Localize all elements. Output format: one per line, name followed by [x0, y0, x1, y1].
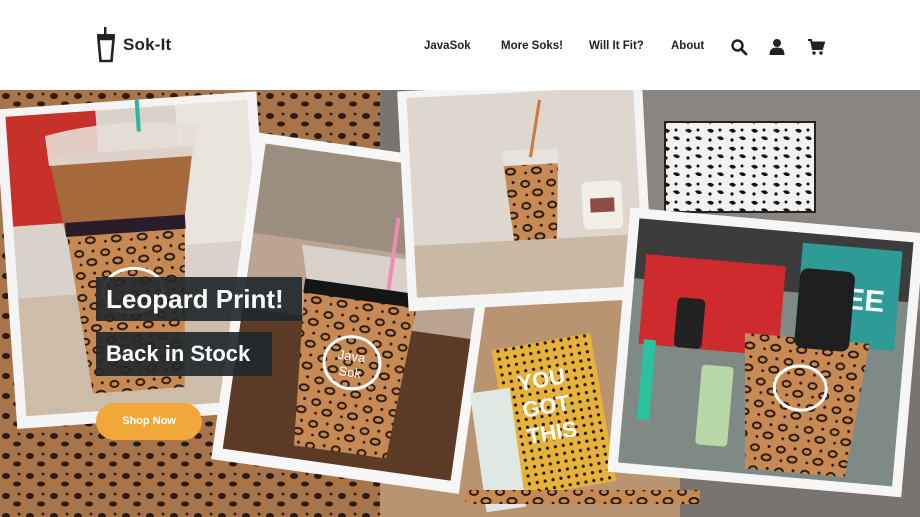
search-icon[interactable]	[730, 38, 748, 56]
nav-will-it-fit[interactable]: Will It Fit?	[589, 40, 644, 52]
nav-about[interactable]: About	[671, 40, 704, 52]
site-header: Sok-It JavaSok More Soks! Will It Fit? A…	[0, 0, 920, 90]
cart-icon[interactable]	[807, 38, 825, 56]
nav-more-soks[interactable]: More Soks!	[501, 40, 563, 52]
hero-headline: Leopard Print!	[96, 277, 302, 321]
shop-now-button[interactable]: Shop Now	[96, 403, 202, 440]
nav-javasok[interactable]: JavaSok	[424, 40, 471, 52]
hero-subheadline: Back in Stock	[96, 332, 273, 376]
hero-banner: Java Sok YOU GOT THIS LEE Leopard Print!…	[0, 90, 920, 517]
account-icon[interactable]	[768, 38, 786, 56]
svg-text:Sok: Sok	[338, 363, 363, 381]
